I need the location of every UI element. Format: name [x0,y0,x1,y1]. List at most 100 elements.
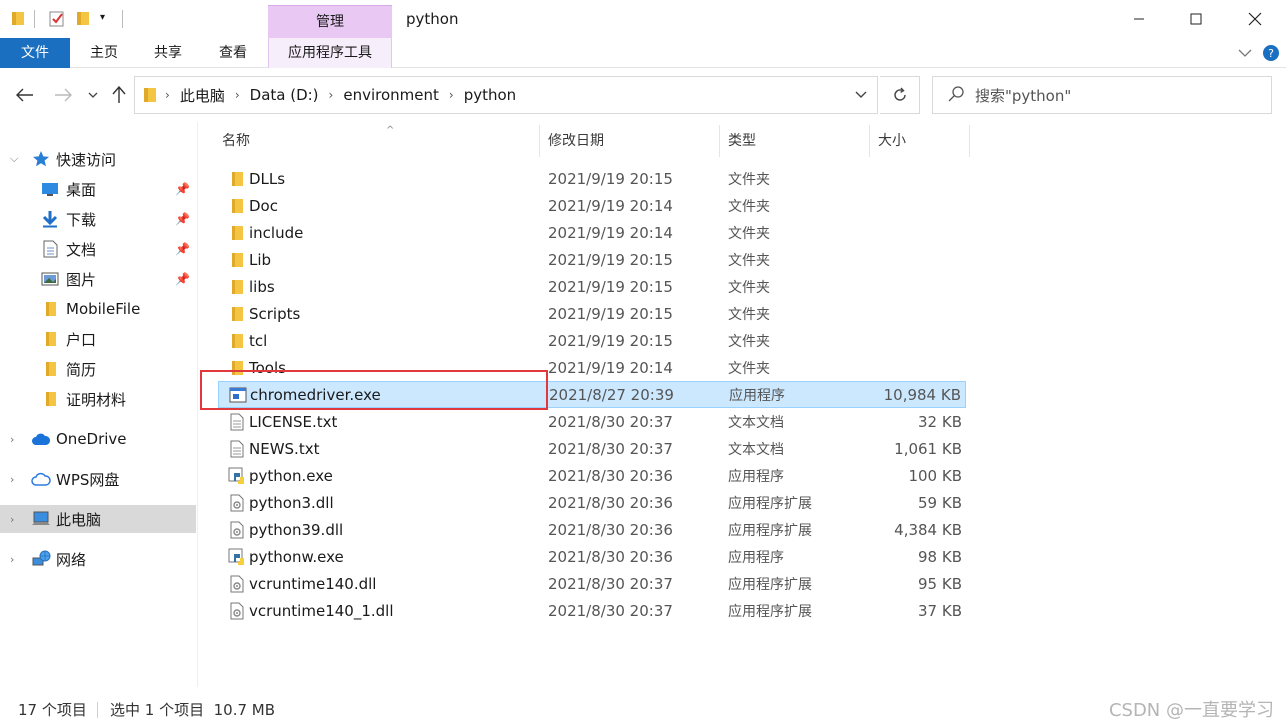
forward-button[interactable] [50,82,76,108]
close-button[interactable] [1232,4,1278,34]
folder-icon [228,224,246,242]
folder-icon [41,360,59,378]
column-header-date[interactable]: 修改日期 [540,125,720,157]
chevron-right-icon[interactable]: › [10,473,22,486]
column-header-type[interactable]: 类型 [720,125,870,157]
file-name: NEWS.txt [249,439,320,458]
file-name: tcl [249,331,268,350]
file-name: vcruntime140_1.dll [249,601,394,620]
tab-share[interactable]: 共享 [148,38,188,68]
tab-file[interactable]: 文件 [0,38,70,68]
nav-item-downloads[interactable]: 下载 📌 [0,205,196,233]
chevron-right-icon[interactable]: › [235,88,240,102]
nav-item-documents[interactable]: 文档 📌 [0,235,196,263]
nav-item-label: WPS网盘 [56,470,120,489]
nav-item-mobilefile[interactable]: MobileFile [0,295,196,323]
folder-icon [11,10,25,26]
nav-item-quick-access[interactable]: ⌵ 快速访问 [0,145,196,173]
chevron-right-icon[interactable]: › [10,553,22,566]
text-file-icon [228,413,246,431]
back-button[interactable] [12,82,38,108]
maximize-button[interactable] [1173,4,1219,34]
pin-icon[interactable]: 📌 [175,212,190,226]
nav-item-desktop[interactable]: 桌面 📌 [0,175,196,203]
file-type: 应用程序扩展 [728,495,812,512]
table-row[interactable]: Lib 2021/9/19 20:15 文件夹 [218,246,966,273]
context-tab-manage[interactable]: 管理 [268,5,392,38]
breadcrumb-data-drive[interactable]: Data (D:) [250,86,319,104]
table-row[interactable]: NEWS.txt 2021/8/30 20:37 文本文档 1,061 KB [218,435,966,462]
chevron-right-icon[interactable]: › [165,88,170,102]
python-icon [228,467,246,485]
table-row[interactable]: LICENSE.txt 2021/8/30 20:37 文本文档 32 KB [218,408,966,435]
ribbon-expand-icon[interactable] [1238,38,1252,68]
help-icon[interactable]: ? [1262,38,1280,68]
table-row[interactable]: Tools 2021/9/19 20:14 文件夹 [218,354,966,381]
minimize-button[interactable] [1116,4,1162,34]
chevron-right-icon[interactable]: › [10,433,22,446]
breadcrumb-this-pc[interactable]: 此电脑 [180,85,225,106]
folder-icon [228,359,246,377]
breadcrumb-python[interactable]: python [464,86,516,104]
nav-item-pictures[interactable]: 图片 📌 [0,265,196,293]
properties-icon[interactable] [48,10,66,27]
file-size: 37 KB [918,601,962,620]
nav-item-certificates[interactable]: 证明材料 [0,385,196,413]
up-button[interactable] [106,82,132,108]
chevron-right-icon[interactable]: › [329,88,334,102]
chevron-down-icon[interactable]: ⌵ [10,152,22,166]
file-name: LICENSE.txt [249,412,338,431]
folder-icon [228,332,246,350]
chevron-right-icon[interactable]: › [449,88,454,102]
tab-home[interactable]: 主页 [84,38,124,68]
customize-dropdown-icon[interactable]: ▾ [100,12,114,28]
file-name: vcruntime140.dll [249,574,377,593]
tab-view[interactable]: 查看 [213,38,253,68]
nav-item-label: OneDrive [56,430,127,448]
column-header-label: 名称 [222,133,250,149]
search-input[interactable]: 搜索"python" [932,76,1272,114]
table-row[interactable]: Scripts 2021/9/19 20:15 文件夹 [218,300,966,327]
document-icon [41,240,59,258]
file-name: Doc [249,196,278,215]
pin-icon[interactable]: 📌 [175,242,190,256]
address-bar[interactable]: › 此电脑 › Data (D:) › environment › python [134,76,878,114]
pin-icon[interactable]: 📌 [175,182,190,196]
table-row[interactable]: DLLs 2021/9/19 20:15 文件夹 [218,165,966,192]
file-modified-date: 2021/9/19 20:15 [548,250,673,269]
nav-item-label: 图片 [66,270,97,289]
nav-item-hukou[interactable]: 户口 [0,325,196,353]
address-history-chevron-down-icon[interactable] [851,85,871,105]
tab-app-tools[interactable]: 应用程序工具 [268,38,392,68]
table-row[interactable]: Doc 2021/9/19 20:14 文件夹 [218,192,966,219]
column-header-size[interactable]: 大小 [870,125,970,157]
pin-icon[interactable]: 📌 [175,272,190,286]
file-name: Lib [249,250,272,269]
nav-item-this-pc[interactable]: › 此电脑 [0,505,196,533]
breadcrumb-environment[interactable]: environment [343,86,439,104]
refresh-button[interactable] [880,76,920,114]
file-modified-date: 2021/9/19 20:15 [548,169,673,188]
nav-item-wps-drive[interactable]: › WPS网盘 [0,465,196,493]
table-row[interactable]: python3.dll 2021/8/30 20:36 应用程序扩展 59 KB [218,489,966,516]
app-icon [229,386,247,404]
table-row[interactable]: vcruntime140.dll 2021/8/30 20:37 应用程序扩展 95 … [218,570,966,597]
nav-item-resume[interactable]: 简历 [0,355,196,383]
table-row[interactable]: pythonw.exe 2021/8/30 20:36 应用程序 98 KB [218,543,966,570]
nav-item-onedrive[interactable]: › OneDrive [0,425,196,453]
table-row[interactable]: python39.dll 2021/8/30 20:36 应用程序扩展 4,384 K… [218,516,966,543]
chevron-right-icon[interactable]: › [10,513,22,526]
table-row[interactable]: tcl 2021/9/19 20:15 文件夹 [218,327,966,354]
recent-locations-chevron-down-icon[interactable] [82,82,104,108]
window-title: python [406,10,459,28]
table-row[interactable]: libs 2021/9/19 20:15 文件夹 [218,273,966,300]
table-row[interactable]: include 2021/9/19 20:14 文件夹 [218,219,966,246]
column-header-name[interactable]: 名称 ^ [214,125,540,157]
table-row[interactable]: chromedriver.exe 2021/8/27 20:39 应用程序 10,98… [218,381,966,408]
python-icon [228,548,246,566]
nav-item-network[interactable]: › 网络 [0,545,196,573]
new-folder-icon[interactable] [76,10,90,26]
table-row[interactable]: vcruntime140_1.dll 2021/8/30 20:37 应用程序扩展 3… [218,597,966,624]
table-row[interactable]: python.exe 2021/8/30 20:36 应用程序 100 KB [218,462,966,489]
file-type: 文本文档 [728,414,784,431]
